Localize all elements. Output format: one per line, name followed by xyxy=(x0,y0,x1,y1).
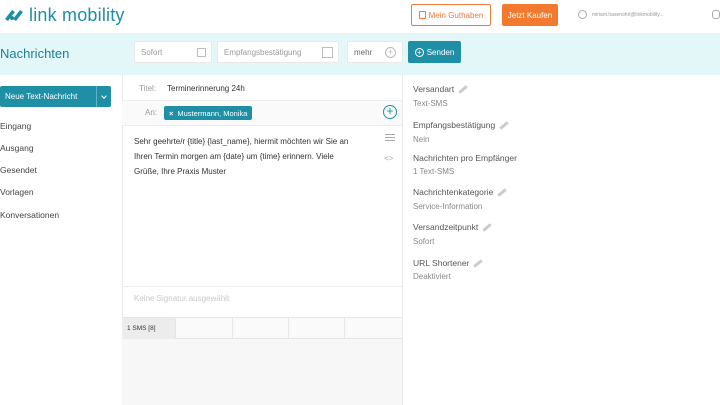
setting-value: Service-Information xyxy=(413,202,483,211)
mein-guthaben-button[interactable]: Mein Guthaben xyxy=(411,4,491,26)
more-label: mehr xyxy=(354,47,373,57)
setting-label: URL Shortener xyxy=(413,258,470,268)
jetzt-kaufen-button[interactable]: Jetzt Kaufen xyxy=(502,4,558,26)
sms-count-row: 1 SMS [8] xyxy=(122,317,402,339)
setting-versandzeitpunkt[interactable]: Versandzeitpunkt xyxy=(413,222,493,232)
delivery-receipt-checkbox[interactable] xyxy=(322,47,333,58)
sidebar-item-vorlagen[interactable]: Vorlagen xyxy=(0,187,34,197)
send-time-field[interactable]: Sofort xyxy=(134,41,212,63)
delivery-receipt-field[interactable]: Empfangsbestätigung xyxy=(217,41,339,63)
send-button[interactable]: + Senden xyxy=(408,41,461,63)
count-cell xyxy=(176,318,233,339)
setting-empfangsbestaetigung[interactable]: Empfangsbestätigung xyxy=(413,120,510,130)
top-bar: link mobility Mein Guthaben Jetzt Kaufen… xyxy=(0,0,720,33)
send-label: Senden xyxy=(426,47,455,57)
new-text-message-button[interactable]: Neue Text-Nachricht xyxy=(0,86,111,107)
link-logo-icon xyxy=(5,10,23,21)
text-format-icon[interactable] xyxy=(385,134,395,143)
mein-guthaben-label: Mein Guthaben xyxy=(428,10,484,20)
signature-select[interactable]: Keine Signatur ausgewählt xyxy=(134,294,229,303)
setting-value: Sofort xyxy=(413,237,435,246)
user-email: miriam.hasenohrl@linkmobility... xyxy=(592,11,664,18)
setting-url-shortener[interactable]: URL Shortener xyxy=(413,258,484,268)
code-icon[interactable]: <> xyxy=(384,154,393,163)
remove-recipient-icon[interactable]: × xyxy=(169,109,173,118)
setting-nachrichten-pro-empfaenger: Nachrichten pro Empfänger xyxy=(413,153,517,163)
header-band: Nachrichten Sofort Empfangsbestätigung m… xyxy=(0,33,720,75)
sidebar-item-ausgang[interactable]: Ausgang xyxy=(0,143,34,153)
send-time-placeholder: Sofort xyxy=(141,47,163,57)
sidebar-item-gesendet[interactable]: Gesendet xyxy=(0,165,37,175)
sms-count: 1 SMS [8] xyxy=(122,318,176,339)
divider xyxy=(402,75,403,405)
plus-circle-icon: + xyxy=(414,47,424,57)
title-label: Titel: xyxy=(139,84,157,93)
brand-logo[interactable]: link mobility xyxy=(3,4,125,26)
setting-label: Nachrichtenkategorie xyxy=(413,187,494,197)
setting-label: Nachrichten pro Empfänger xyxy=(413,153,517,163)
calendar-icon xyxy=(197,48,206,57)
pencil-icon xyxy=(499,120,510,130)
delivery-receipt-label: Empfangsbestätigung xyxy=(224,47,302,57)
message-body[interactable]: Sehr geehrte/r {title} {last_name}, hier… xyxy=(134,134,354,179)
compose-footer-area xyxy=(122,339,402,405)
sidebar-item-eingang[interactable]: Eingang xyxy=(0,121,31,131)
page-title: Nachrichten xyxy=(0,46,70,61)
setting-label: Versandart xyxy=(413,84,455,94)
to-label: An: xyxy=(145,108,158,117)
user-menu[interactable]: miriam.hasenohrl@linkmobility... xyxy=(578,10,702,19)
recipient-chip[interactable]: × Mustermann, Monika xyxy=(164,106,253,120)
add-recipient-icon[interactable]: + xyxy=(383,105,397,119)
setting-value: 1 Text-SMS xyxy=(413,167,455,176)
setting-value: Nein xyxy=(413,135,430,144)
brand-name: link mobility xyxy=(29,4,125,25)
setting-nachrichtenkategorie[interactable]: Nachrichtenkategorie xyxy=(413,187,508,197)
logout-icon[interactable] xyxy=(712,10,720,19)
setting-label: Empfangsbestätigung xyxy=(413,120,496,130)
wallet-icon xyxy=(418,11,426,19)
divider xyxy=(122,286,402,287)
title-input[interactable]: Terminerinnerung 24h xyxy=(167,84,245,93)
pencil-icon xyxy=(482,222,493,232)
chevron-down-icon[interactable] xyxy=(96,86,111,107)
setting-value: Text-SMS xyxy=(413,99,448,108)
sidebar: Neue Text-Nachricht Eingang Ausgang Gese… xyxy=(0,75,122,405)
plus-icon: + xyxy=(385,47,396,58)
pencil-icon xyxy=(473,258,484,268)
recipient-name: Mustermann, Monika xyxy=(177,108,248,118)
count-cell xyxy=(345,318,402,339)
count-cell xyxy=(289,318,345,339)
setting-versandart[interactable]: Versandart xyxy=(413,84,468,94)
user-avatar-icon xyxy=(578,10,587,19)
pencil-icon xyxy=(458,84,468,94)
setting-label: Versandzeitpunkt xyxy=(413,222,479,232)
divider xyxy=(122,125,402,126)
count-cell xyxy=(233,318,289,339)
pencil-icon xyxy=(497,187,508,197)
setting-value: Deaktiviert xyxy=(413,272,451,281)
more-options-field[interactable]: mehr + xyxy=(347,41,403,63)
sidebar-item-konversationen[interactable]: Konversationen xyxy=(0,210,59,220)
new-text-message-label: Neue Text-Nachricht xyxy=(5,92,78,101)
